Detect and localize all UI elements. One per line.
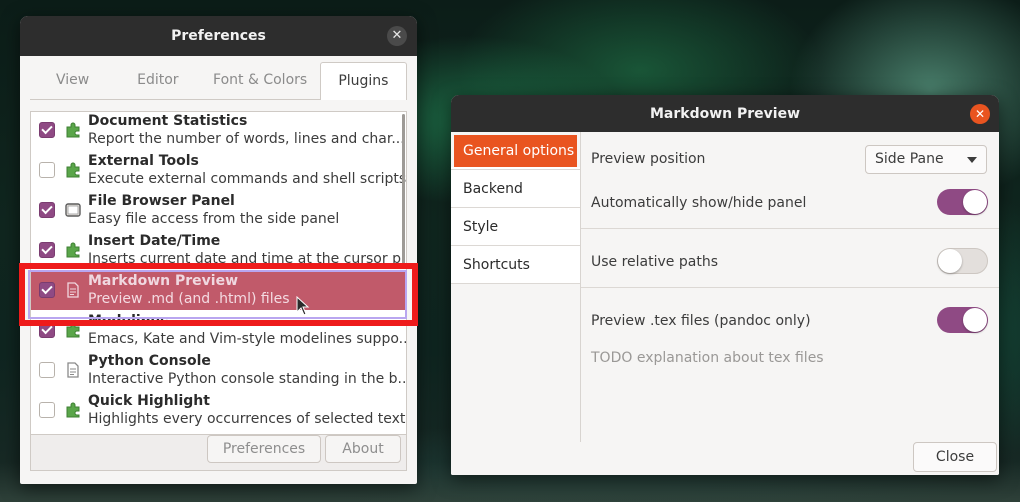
plugin-name: Document Statistics	[88, 113, 248, 129]
plugin-description: Highlights every occurrences of selected…	[88, 411, 406, 427]
sidebar-item-style[interactable]: Style	[451, 208, 580, 246]
chevron-down-icon	[967, 157, 977, 163]
puzzle-icon	[66, 122, 80, 138]
settings-sidebar: General options Backend Style Shortcuts	[451, 132, 581, 475]
relative-paths-toggle[interactable]	[937, 248, 988, 274]
preferences-window: Preferences ✕ View Editor Font & Colors …	[20, 16, 417, 484]
toggle-knob	[963, 190, 987, 214]
markdown-preview-window: Markdown Preview ✕ General options Backe…	[451, 95, 999, 475]
plugin-row[interactable]: Document Statistics Report the number of …	[31, 112, 406, 150]
tex-files-note: TODO explanation about tex files	[591, 350, 824, 366]
document-icon	[67, 362, 79, 378]
auto-show-hide-label: Automatically show/hide panel	[591, 195, 807, 211]
toggle-knob	[938, 249, 962, 273]
plugin-name: Quick Highlight	[88, 393, 210, 409]
plugin-row[interactable]: Insert Date/Time Inserts current date and…	[31, 230, 406, 270]
document-icon	[67, 282, 79, 298]
plugin-name: Markdown Preview	[88, 273, 239, 289]
plugin-name: External Tools	[88, 153, 199, 169]
relative-paths-label: Use relative paths	[591, 254, 718, 270]
sidebar-item-backend[interactable]: Backend	[451, 170, 580, 208]
plugin-preferences-button[interactable]: Preferences	[207, 435, 321, 463]
tab-editor[interactable]: Editor	[115, 62, 200, 99]
plugin-text: Document Statistics Report the number of …	[88, 112, 405, 148]
auto-show-hide-toggle[interactable]	[937, 189, 988, 215]
plugin-description: Easy file access from the side panel	[88, 211, 340, 227]
plugin-enable-checkbox[interactable]	[39, 122, 55, 138]
markdown-preview-title: Markdown Preview	[649, 105, 801, 122]
tex-files-toggle[interactable]	[937, 307, 988, 333]
plugin-row[interactable]: Markdown Preview Preview .md (and .html) …	[31, 270, 406, 310]
preferences-tabs: View Editor Font & Colors Plugins	[30, 62, 408, 100]
plugin-text: Modelines Emacs, Kate and Vim-style model…	[88, 312, 406, 348]
plugin-text: Markdown Preview Preview .md (and .html) …	[88, 272, 290, 308]
plugin-list[interactable]: Document Statistics Report the number of …	[31, 112, 406, 434]
preferences-title: Preferences	[171, 28, 266, 44]
plugin-description: Execute external commands and shell scri…	[88, 171, 406, 187]
preferences-titlebar: Preferences ✕	[20, 16, 417, 56]
markdown-preview-titlebar: Markdown Preview ✕	[451, 95, 999, 132]
plugin-about-button[interactable]: About	[325, 435, 401, 463]
puzzle-icon	[66, 322, 80, 338]
plugin-row[interactable]: Modelines Emacs, Kate and Vim-style model…	[31, 310, 406, 350]
plugins-panel: Document Statistics Report the number of …	[30, 111, 407, 471]
plugin-description: Inserts current date and time at the cur…	[88, 251, 406, 267]
close-icon: ✕	[391, 28, 403, 43]
close-icon: ✕	[974, 107, 986, 121]
plugin-description: Emacs, Kate and Vim-style modelines supp…	[88, 331, 406, 347]
plugin-name: File Browser Panel	[88, 193, 235, 209]
plugin-enable-checkbox[interactable]	[39, 202, 55, 218]
plugin-name: Modelines	[88, 313, 169, 329]
markdown-preview-close-button[interactable]: ✕	[970, 104, 990, 124]
separator	[581, 287, 999, 288]
preview-position-dropdown[interactable]: Side Pane	[865, 145, 987, 174]
plugin-row[interactable]: Python Console Interactive Python console…	[31, 350, 406, 390]
plugin-name: Python Console	[88, 353, 211, 369]
plugin-row[interactable]: File Browser Panel Easy file access from …	[31, 190, 406, 230]
plugin-description: Report the number of words, lines and ch…	[88, 131, 405, 147]
puzzle-icon	[66, 242, 80, 258]
sidebar-item-general-options[interactable]: General options	[454, 135, 577, 167]
plugin-enable-checkbox[interactable]	[39, 402, 55, 418]
preferences-close-button[interactable]: ✕	[387, 26, 407, 46]
dialog-footer: Close	[451, 442, 999, 475]
plugin-enable-checkbox[interactable]	[39, 162, 55, 178]
preview-position-value: Side Pane	[875, 151, 944, 167]
puzzle-icon	[66, 162, 80, 178]
plugin-text: External Tools Execute external commands …	[88, 152, 406, 188]
toggle-knob	[963, 308, 987, 332]
plugin-enable-checkbox[interactable]	[39, 322, 55, 338]
tex-files-label: Preview .tex files (pandoc only)	[591, 313, 811, 329]
plugins-button-bar: Preferences About	[31, 434, 406, 470]
tab-view[interactable]: View	[30, 62, 115, 99]
panel-icon	[65, 203, 81, 217]
sidebar-item-shortcuts[interactable]: Shortcuts	[451, 246, 580, 284]
plugin-row[interactable]: Quick Highlight Highlights every occurren…	[31, 390, 406, 430]
puzzle-icon	[66, 402, 80, 418]
plugin-enable-checkbox[interactable]	[39, 282, 55, 298]
tab-font-colors[interactable]: Font & Colors	[200, 62, 319, 99]
plugin-text: Python Console Interactive Python console…	[88, 352, 406, 388]
plugin-text: Quick Highlight Highlights every occurren…	[88, 392, 406, 428]
plugin-row[interactable]: External Tools Execute external commands …	[31, 150, 406, 190]
general-options-content: Preview position Side Pane Automatically…	[581, 132, 999, 442]
plugin-description: Preview .md (and .html) files	[88, 291, 290, 307]
plugin-text: Insert Date/Time Inserts current date and…	[88, 232, 406, 268]
plugin-list-scrollbar[interactable]	[402, 114, 405, 264]
mouse-cursor-icon	[296, 296, 310, 316]
close-button[interactable]: Close	[913, 442, 997, 472]
plugin-name: Insert Date/Time	[88, 233, 221, 249]
plugin-description: Interactive Python console standing in t…	[88, 371, 406, 387]
separator	[581, 228, 999, 229]
plugin-text: File Browser Panel Easy file access from …	[88, 192, 339, 228]
plugin-enable-checkbox[interactable]	[39, 242, 55, 258]
preview-position-label: Preview position	[591, 151, 706, 167]
tab-plugins[interactable]: Plugins	[319, 62, 408, 100]
plugin-enable-checkbox[interactable]	[39, 362, 55, 378]
